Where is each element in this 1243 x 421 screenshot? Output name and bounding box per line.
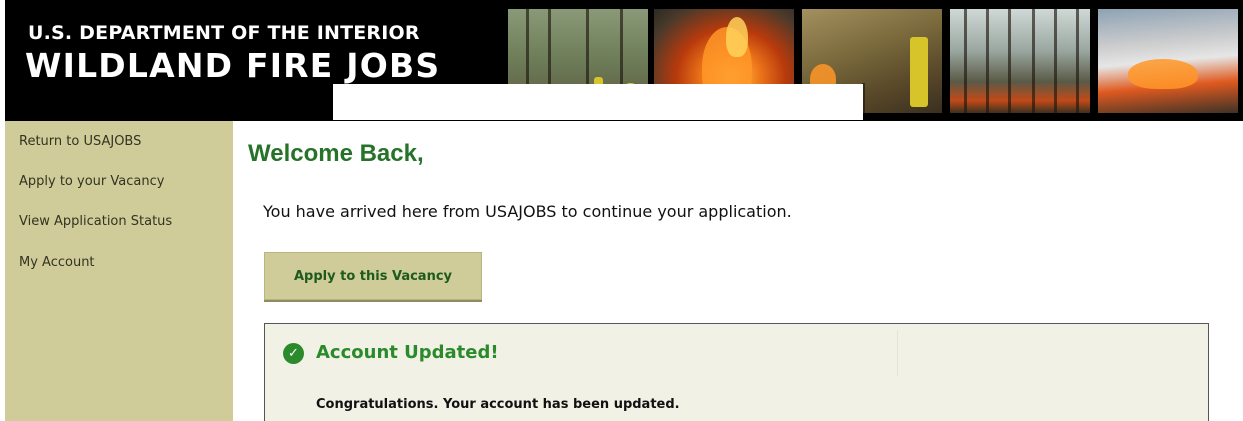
sidebar-item-apply-to-vacancy[interactable]: Apply to your Vacancy (19, 174, 164, 189)
intro-text: You have arrived here from USAJOBS to co… (263, 202, 792, 221)
apply-to-vacancy-button[interactable]: Apply to this Vacancy (264, 252, 482, 300)
smoke-plume-photo (1098, 9, 1238, 113)
site-title: WILDLAND FIRE JOBS (25, 46, 441, 85)
sidebar-item-view-application-status[interactable]: View Application Status (19, 214, 172, 229)
notice-divider (897, 330, 898, 376)
sidebar: Return to USAJOBS Apply to your Vacancy … (5, 121, 233, 421)
notice-title: Account Updated! (316, 342, 499, 363)
page-title: Welcome Back, (248, 140, 424, 167)
forest-fire-photo (950, 9, 1090, 113)
department-title: U.S. DEPARTMENT OF THE INTERIOR (28, 22, 420, 44)
success-notice: ✓ Account Updated! Congratulations. Your… (264, 323, 1209, 421)
sidebar-item-my-account[interactable]: My Account (19, 255, 95, 270)
redaction-block (333, 84, 863, 120)
check-circle-icon: ✓ (283, 343, 304, 364)
sidebar-item-return-to-usajobs[interactable]: Return to USAJOBS (19, 134, 141, 149)
notice-message: Congratulations. Your account has been u… (316, 397, 680, 412)
